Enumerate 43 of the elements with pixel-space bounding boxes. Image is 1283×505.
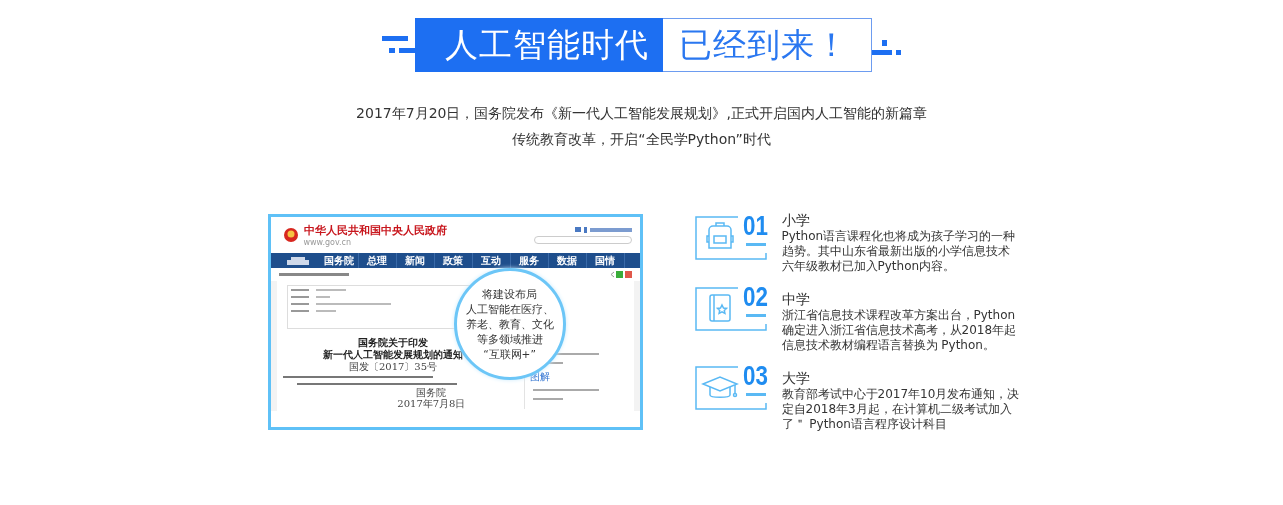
nav-item[interactable]: 数据 bbox=[548, 253, 587, 268]
backpack-icon bbox=[705, 222, 734, 249]
number-underline bbox=[745, 243, 766, 246]
site-title: 中华人民共和国中央人民政府 bbox=[303, 223, 447, 238]
signature: 国务院 bbox=[416, 387, 447, 398]
number-underline bbox=[745, 314, 766, 317]
stage-description: Python语言课程化也将成为孩子学习的一种趋势。其中山东省最新出版的小学信息技术六年级教材已加入Python内容。 bbox=[781, 229, 1017, 274]
breadcrumb-text-drawing bbox=[278, 272, 349, 277]
book-icon bbox=[708, 294, 731, 322]
nav-item[interactable]: 国务院 bbox=[320, 253, 359, 268]
document-number: 国发〔2017〕35号 bbox=[348, 361, 438, 373]
document-date: 2017年7月8日 bbox=[397, 398, 466, 409]
step-number: 01 bbox=[742, 212, 768, 240]
callout-text: 将建设布局 bbox=[482, 286, 537, 302]
building-icon bbox=[284, 256, 311, 265]
number-underline bbox=[745, 393, 766, 396]
stage-description: 教育部考试中心于2017年10月发布通知，决定自2018年3月起，在计算机二级考试加入了＂ Python语言程序设计科目 bbox=[781, 387, 1020, 432]
document-title: 新一代人工智能发展规划的通知 bbox=[323, 349, 463, 361]
stage-description: 浙江省信息技术课程改革方案出台，Python确定进入浙江省信息技术高考，从2018年起信息技术教材编程语言替换为 Python。 bbox=[781, 308, 1018, 353]
phone-icon bbox=[583, 226, 587, 233]
callout-text: “互联网+” bbox=[483, 346, 536, 362]
stage-title: 小学 bbox=[781, 212, 811, 229]
emblem-icon bbox=[282, 227, 299, 243]
callout-text: 人工智能在医疗、 bbox=[465, 301, 554, 317]
stage-title: 中学 bbox=[781, 291, 811, 308]
step-number: 03 bbox=[742, 362, 768, 390]
nav-item[interactable]: 总理 bbox=[358, 253, 397, 268]
callout-text: 养老、教育、文化 bbox=[465, 316, 554, 332]
document-title: 国务院关于印发 bbox=[358, 337, 428, 349]
nav-item[interactable]: 新闻 bbox=[396, 253, 435, 268]
banner-title: 已经到来！ bbox=[662, 18, 872, 72]
callout-text: 等多领域推进 bbox=[476, 331, 543, 347]
banner-highlight: 人工智能时代 bbox=[414, 18, 663, 72]
stage-title: 大学 bbox=[781, 370, 811, 387]
intro-text: 2017年7月20日，国务院发布《新一代人工智能发展规划》,正式开启国内人工智能的新篇章 bbox=[356, 104, 927, 123]
step-number: 02 bbox=[742, 283, 768, 311]
site-url: www.gov.cn bbox=[303, 238, 353, 247]
intro-text: 传统教育改革，开启“全民学Python”时代 bbox=[512, 130, 771, 149]
nav-item[interactable]: 政策 bbox=[434, 253, 473, 268]
nav-item[interactable]: 国情 bbox=[586, 253, 625, 268]
share-icons bbox=[609, 271, 632, 278]
graduation-cap-icon bbox=[700, 376, 739, 398]
mail-icon bbox=[574, 227, 581, 232]
